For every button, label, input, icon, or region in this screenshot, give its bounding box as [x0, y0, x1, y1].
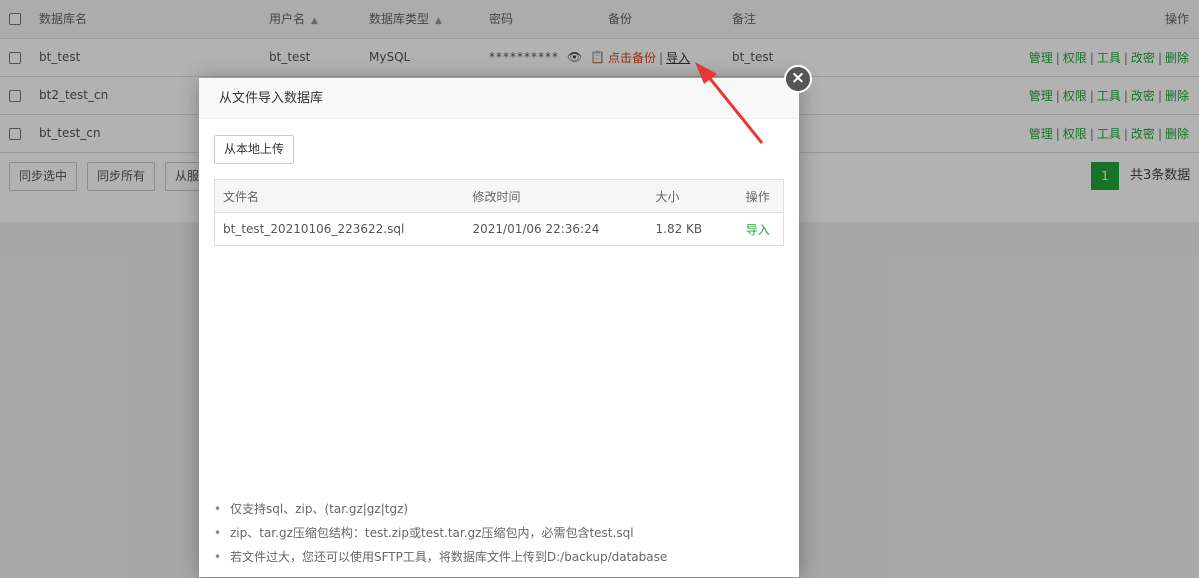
file-import-link[interactable]: 导入: [746, 223, 770, 237]
dialog-title: 从文件导入数据库: [199, 78, 799, 119]
col-filename: 文件名: [214, 179, 465, 213]
file-size: 1.82 KB: [655, 222, 703, 236]
col-op: 操作: [732, 179, 784, 213]
tip-item: 仅支持sql、zip、(tar.gz|gz|tgz): [214, 497, 784, 521]
tip-item: zip、tar.gz压缩包结构：test.zip或test.tar.gz压缩包内…: [214, 521, 784, 545]
file-table-header: 文件名 修改时间 大小 操作: [214, 179, 784, 213]
tip-item: 若文件过大，您还可以使用SFTP工具，将数据库文件上传到D:/backup/da…: [214, 545, 784, 569]
import-dialog: 从文件导入数据库 从本地上传 文件名 修改时间 大小 操作 bt_test_20…: [199, 78, 799, 577]
tips-list: 仅支持sql、zip、(tar.gz|gz|tgz) zip、tar.gz压缩包…: [214, 497, 784, 569]
col-size: 大小: [647, 179, 733, 213]
file-name: bt_test_20210106_223622.sql: [223, 222, 405, 236]
upload-local-button[interactable]: 从本地上传: [214, 135, 295, 164]
file-modified: 2021/01/06 22:36:24: [472, 222, 600, 236]
file-row: bt_test_20210106_223622.sql 2021/01/06 2…: [215, 213, 784, 246]
close-icon[interactable]: ×: [784, 65, 812, 93]
file-table: 文件名 修改时间 大小 操作 bt_test_20210106_223622.s…: [214, 179, 784, 246]
col-modified: 修改时间: [464, 179, 648, 213]
